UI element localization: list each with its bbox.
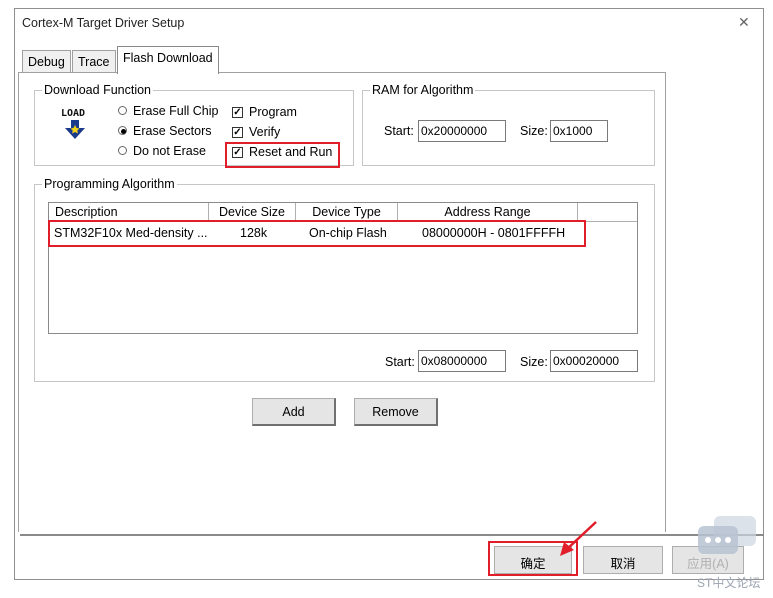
red-arrow-icon <box>560 521 597 556</box>
forum-logo-icon <box>696 514 760 562</box>
programming-algorithm-title: Programming Algorithm <box>42 177 177 191</box>
algo-start-label: Start: <box>385 355 415 369</box>
tab-divider <box>18 72 666 73</box>
ram-size-field[interactable]: 0x1000 <box>550 120 608 142</box>
program-checkbox[interactable]: ✓ <box>232 107 243 118</box>
verify-checkbox[interactable]: ✓ <box>232 127 243 138</box>
load-icon: LOAD <box>58 108 94 142</box>
watermark-text: ST中文论坛 <box>697 576 761 590</box>
ram-start-label: Start: <box>384 124 414 138</box>
close-icon[interactable]: ✕ <box>738 14 750 31</box>
column-filler <box>578 203 637 222</box>
add-button[interactable]: Add <box>252 398 336 426</box>
footer-divider <box>20 534 764 536</box>
algorithm-row-highlight <box>48 220 586 247</box>
erase-sectors-label: Erase Sectors <box>133 124 212 138</box>
verify-label: Verify <box>249 125 281 139</box>
do-not-erase-radio[interactable] <box>118 146 127 155</box>
download-function-title: Download Function <box>42 83 154 97</box>
program-label: Program <box>249 105 297 119</box>
tab-flash-download[interactable]: Flash Download <box>117 46 219 74</box>
reset-and-run-highlight <box>225 142 340 168</box>
tab-trace[interactable]: Trace <box>72 50 116 72</box>
erase-sectors-radio[interactable] <box>118 126 127 135</box>
algo-size-field[interactable]: 0x00020000 <box>550 350 638 372</box>
window-title: Cortex-M Target Driver Setup <box>22 16 185 30</box>
algo-size-label: Size: <box>520 355 548 369</box>
remove-button[interactable]: Remove <box>354 398 438 426</box>
algo-start-field[interactable]: 0x08000000 <box>418 350 506 372</box>
do-not-erase-label: Do not Erase <box>133 144 206 158</box>
ram-size-label: Size: <box>520 124 548 138</box>
ram-for-algorithm-title: RAM for Algorithm <box>370 83 476 97</box>
erase-full-chip-radio[interactable] <box>118 106 127 115</box>
erase-full-chip-label: Erase Full Chip <box>133 104 219 118</box>
load-icon-text: LOAD <box>61 108 86 119</box>
tab-debug[interactable]: Debug <box>22 50 71 72</box>
ram-start-field[interactable]: 0x20000000 <box>418 120 506 142</box>
